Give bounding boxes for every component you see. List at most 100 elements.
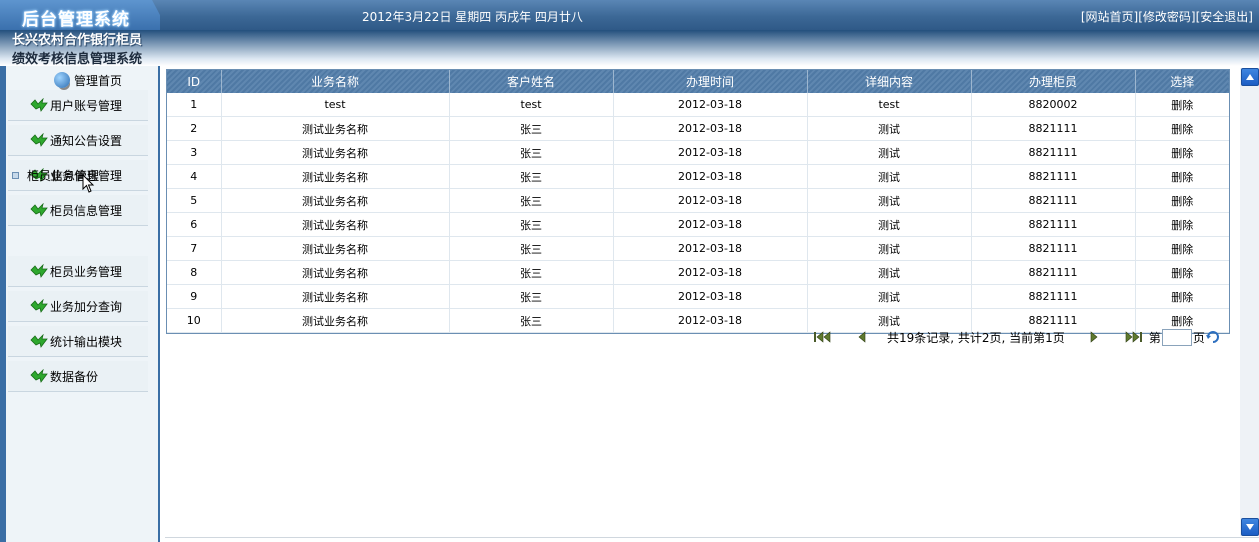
table-cell: 1	[167, 93, 222, 117]
column-header[interactable]: 详细内容	[807, 70, 972, 93]
change-password-link[interactable]: [修改密码]	[1138, 10, 1195, 24]
column-header[interactable]: 办理时间	[613, 70, 808, 93]
sidebar-item-label: 柜员信息管理	[50, 203, 123, 218]
sidebar-item-label: 业务加分查询	[50, 299, 123, 314]
top-bar: 后台管理系统 2012年3月22日 星期四 丙戌年 四月廿八 [网站首页][修改…	[0, 0, 1259, 30]
table-cell: 2012-03-18	[613, 308, 808, 333]
column-header[interactable]: ID	[167, 70, 222, 93]
pagination-info: 共19条记录, 共计2页, 当前第1页	[887, 330, 1065, 345]
table-header-row: ID 业务名称 客户姓名 办理时间 详细内容 办理柜员 选择	[167, 70, 1229, 93]
table-row: 7 测试业务名称 张三 2012-03-18 测试 8821111 删除	[167, 236, 1229, 261]
admin-home-label: 管理首页	[74, 73, 123, 88]
table-cell: test	[449, 93, 614, 117]
table-cell: 张三	[449, 236, 614, 261]
table-row: 6 测试业务名称 张三 2012-03-18 测试 8821111 删除	[167, 212, 1229, 237]
delete-link[interactable]: 删除	[1135, 93, 1229, 117]
sidebar-item-4[interactable]: 柜员信息管理	[8, 195, 148, 226]
green-arrow-icon	[30, 334, 48, 348]
table-cell: 测试业务名称	[221, 308, 450, 333]
table-cell: 测试	[807, 212, 972, 237]
table-cell: 2012-03-18	[613, 236, 808, 261]
sidebar-item-2[interactable]: 通知公告设置	[8, 125, 148, 156]
mouse-cursor-icon	[82, 174, 95, 193]
delete-link[interactable]: 删除	[1135, 140, 1229, 165]
delete-link[interactable]: 删除	[1135, 284, 1229, 309]
green-arrow-icon	[30, 203, 48, 217]
table-row: 8 测试业务名称 张三 2012-03-18 测试 8821111 删除	[167, 260, 1229, 285]
globe-computer-icon	[54, 72, 70, 88]
table-cell: 2	[167, 116, 222, 141]
sidebar-item-7[interactable]: 统计输出模块	[8, 326, 148, 357]
sidebar-item-8[interactable]: 数据备份	[8, 361, 148, 392]
delete-link[interactable]: 删除	[1135, 260, 1229, 285]
top-links: [网站首页][修改密码][安全退出]	[1081, 8, 1253, 25]
table-cell: 2012-03-18	[613, 188, 808, 213]
table-cell: 测试业务名称	[221, 212, 450, 237]
column-header[interactable]: 选择	[1135, 70, 1229, 93]
table-cell: 测试业务名称	[221, 164, 450, 189]
table-row: 2 测试业务名称 张三 2012-03-18 测试 8821111 删除	[167, 116, 1229, 141]
table-cell: 4	[167, 164, 222, 189]
sidebar-item-label: 通知公告设置	[50, 133, 123, 148]
delete-link[interactable]: 删除	[1135, 188, 1229, 213]
sidebar-item-1[interactable]: 用户账号管理	[8, 90, 148, 121]
system-title-line-1: 长兴农村合作银行柜员	[12, 33, 143, 48]
sidebar-item-label: 统计输出模块	[50, 334, 123, 349]
table-cell: 5	[167, 188, 222, 213]
table-cell: 测试业务名称	[221, 116, 450, 141]
table-cell: 8821111	[971, 236, 1136, 261]
page-suffix: 页	[1192, 330, 1205, 345]
table-body: 1 test test 2012-03-18 test 8820002 删除 2 测试业务名称张…	[167, 93, 1229, 333]
table-row: 3 测试业务名称 张三 2012-03-18 测试 8821111 删除	[167, 140, 1229, 165]
table-cell: 测试业务名称	[221, 236, 450, 261]
table-cell: 张三	[449, 212, 614, 237]
table-cell: 测试业务名称	[221, 284, 450, 309]
table-cell: 张三	[449, 140, 614, 165]
last-page-icon[interactable]	[1123, 331, 1143, 343]
sidebar-item-label: 柜员业务管理	[50, 264, 123, 279]
table-cell: 测试业务名称	[221, 260, 450, 285]
table-cell: 2012-03-18	[613, 164, 808, 189]
scroll-down-icon[interactable]	[1241, 518, 1259, 536]
table-cell: 8	[167, 260, 222, 285]
green-arrow-icon	[30, 264, 48, 278]
table-cell: 8821111	[971, 212, 1136, 237]
banner	[0, 30, 1259, 66]
column-header[interactable]: 办理柜员	[971, 70, 1136, 93]
vertical-scrollbar[interactable]	[1240, 68, 1259, 536]
table-cell: 6	[167, 212, 222, 237]
delete-link[interactable]: 删除	[1135, 164, 1229, 189]
green-arrow-icon	[30, 369, 48, 383]
table-cell: 8821111	[971, 164, 1136, 189]
admin-home-link[interactable]: 管理首页	[54, 70, 122, 90]
column-header[interactable]: 业务名称	[221, 70, 450, 93]
sidebar-item-label: 数据备份	[50, 369, 99, 384]
home-link[interactable]: [网站首页]	[1081, 10, 1138, 24]
delete-link[interactable]: 删除	[1135, 116, 1229, 141]
table-cell: 张三	[449, 164, 614, 189]
next-page-icon[interactable]	[1089, 331, 1099, 343]
delete-link[interactable]: 删除	[1135, 236, 1229, 261]
table-cell: 2012-03-18	[613, 260, 808, 285]
scroll-up-icon[interactable]	[1241, 68, 1259, 86]
table-cell: 3	[167, 140, 222, 165]
sidebar-item-6[interactable]: 业务加分查询	[8, 291, 148, 322]
table-cell: 测试	[807, 284, 972, 309]
go-refresh-icon[interactable]	[1205, 330, 1221, 344]
table-cell: 9	[167, 284, 222, 309]
column-header[interactable]: 客户姓名	[449, 70, 614, 93]
logout-link[interactable]: [安全退出]	[1196, 10, 1253, 24]
pagination: 共19条记录, 共计2页, 当前第1页 第 页	[813, 328, 1221, 346]
table-cell: 8821111	[971, 188, 1136, 213]
table-cell: 8821111	[971, 284, 1136, 309]
page-number-input[interactable]	[1161, 328, 1192, 346]
first-page-icon[interactable]	[813, 331, 833, 343]
table-row: 9 测试业务名称 张三 2012-03-18 测试 8821111 删除	[167, 284, 1229, 309]
delete-link[interactable]: 删除	[1135, 212, 1229, 237]
sidebar-item-5[interactable]: 柜员业务管理	[8, 256, 148, 287]
table-row: 4 测试业务名称 张三 2012-03-18 测试 8821111 删除	[167, 164, 1229, 189]
table-cell: 张三	[449, 260, 614, 285]
prev-page-icon[interactable]	[857, 331, 867, 343]
table-cell: 测试	[807, 116, 972, 141]
records-table-frame: ID 业务名称 客户姓名 办理时间 详细内容 办理柜员 选择 1 test test 2012-0…	[166, 69, 1230, 334]
